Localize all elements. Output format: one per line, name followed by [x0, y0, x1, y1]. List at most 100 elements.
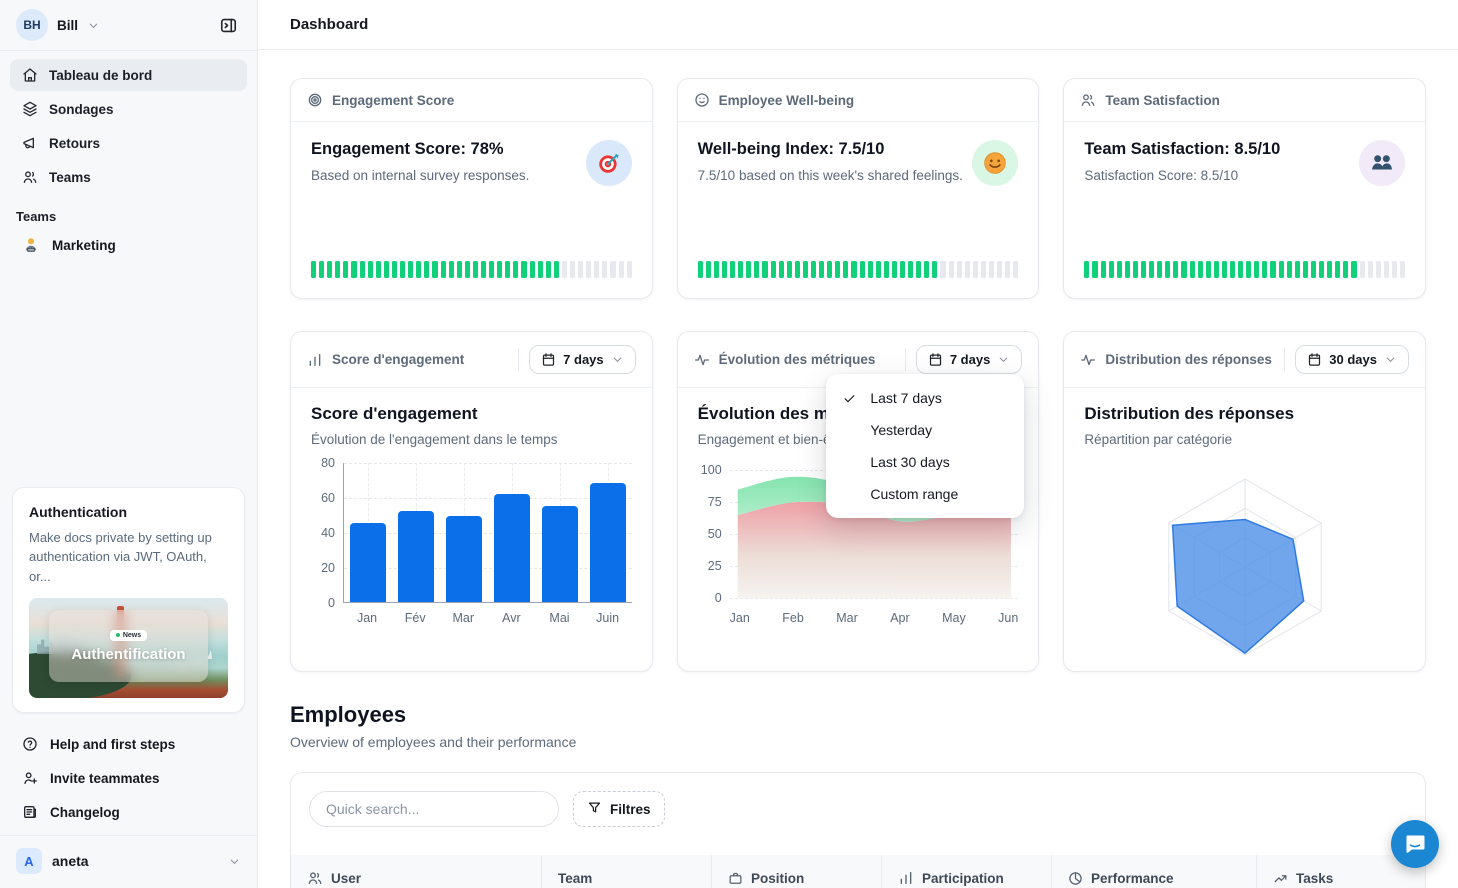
x-tick-label: Jan	[730, 611, 750, 625]
progress-segment	[530, 261, 535, 278]
progress-segment	[1303, 261, 1308, 278]
menu-item-last-7-days[interactable]: Last 7 days	[826, 382, 1024, 414]
user-avatar[interactable]: BH	[16, 9, 48, 41]
promo-card[interactable]: Authentication Make docs private by sett…	[12, 487, 245, 714]
date-range-button[interactable]: 30 days	[1295, 345, 1409, 374]
y-tick-label: 60	[321, 491, 335, 505]
smiley-icon	[694, 92, 710, 108]
x-axis-labels: JanFebMarAprMayJun	[730, 611, 1019, 625]
menu-item-label: Custom range	[870, 486, 958, 502]
progress-bar	[698, 261, 1019, 278]
progress-segment	[1376, 261, 1381, 278]
bar-Jan[interactable]	[350, 523, 386, 602]
employees-section: Employees Overview of employees and thei…	[290, 702, 1426, 750]
progress-segment	[997, 261, 1002, 278]
progress-segment	[610, 261, 615, 278]
bar-Juin[interactable]	[590, 483, 626, 602]
progress-segment	[860, 261, 865, 278]
progress-segment	[843, 261, 848, 278]
progress-segment	[1319, 261, 1324, 278]
column-header-user[interactable]: User	[291, 855, 541, 888]
date-range-button[interactable]: 7 days	[916, 345, 1022, 374]
stat-card-body: Team Satisfaction: 8.5/10Satisfaction Sc…	[1064, 122, 1425, 298]
progress-segment	[1084, 261, 1089, 278]
column-label: User	[331, 871, 361, 886]
column-header-performance[interactable]: Performance	[1051, 855, 1256, 888]
progress-segment	[400, 261, 405, 278]
metrics-chart-card: Évolution des métriques 7 days Évolution…	[677, 331, 1040, 672]
menu-item-yesterday[interactable]: Yesterday	[826, 414, 1024, 446]
sidebar-item-tableau-de-bord[interactable]: Tableau de bord	[10, 59, 247, 91]
column-header-position[interactable]: Position	[711, 855, 881, 888]
sidebar-item-teams[interactable]: Teams	[10, 161, 247, 193]
bar-Mar[interactable]	[446, 516, 482, 602]
bar-Avr[interactable]	[494, 494, 530, 603]
y-tick-label: 20	[321, 561, 335, 575]
progress-segment	[627, 261, 632, 278]
date-range-button[interactable]: 7 days	[529, 345, 635, 374]
promo-image[interactable]: News Authentification	[29, 598, 228, 698]
employees-subtitle: Overview of employees and their performa…	[290, 734, 1426, 750]
sidebar-item-sondages[interactable]: Sondages	[10, 93, 247, 125]
progress-segment	[851, 261, 856, 278]
column-label: Position	[751, 871, 804, 886]
card-header-label: Évolution des métriques	[719, 352, 876, 367]
distribution-chart-card: Distribution des réponses 30 days Distri…	[1063, 331, 1426, 672]
person-laptop-emoji	[22, 236, 40, 254]
progress-bar	[1084, 261, 1405, 278]
chevron-down-icon[interactable]	[87, 19, 100, 32]
progress-segment	[835, 261, 840, 278]
stat-card-header: Employee Well-being	[678, 79, 1039, 122]
progress-segment	[319, 261, 324, 278]
chart-subtitle: Évolution de l'engagement dans le temps	[311, 432, 632, 447]
search-input[interactable]	[309, 791, 559, 827]
stat-card-header: Engagement Score	[291, 79, 652, 122]
progress-segment	[1109, 261, 1114, 278]
progress-segment	[1270, 261, 1275, 278]
progress-segment	[1005, 261, 1010, 278]
chevron-down-icon	[611, 353, 624, 366]
bar-Mai[interactable]	[542, 506, 578, 602]
progress-segment	[957, 261, 962, 278]
workspace-switcher[interactable]: A aneta	[0, 835, 257, 888]
menu-item-last-30-days[interactable]: Last 30 days	[826, 446, 1024, 478]
menu-item-custom-range[interactable]: Custom range	[826, 478, 1024, 510]
chart-subtitle: Répartition par catégorie	[1084, 432, 1405, 447]
progress-segment	[1230, 261, 1235, 278]
users-icon	[22, 169, 38, 185]
help-icon	[22, 736, 38, 752]
x-tick-label: Feb	[782, 611, 804, 625]
topbar: Dashboard	[258, 0, 1458, 50]
sidebar-team-marketing[interactable]: Marketing	[10, 228, 247, 262]
employees-table-card: Filtres User Team Position Participation Per…	[290, 772, 1426, 888]
progress-segment	[416, 261, 421, 278]
promo-title: Authentication	[29, 504, 228, 520]
user-name[interactable]: Bill	[57, 18, 78, 33]
column-header-participation[interactable]: Participation	[881, 855, 1051, 888]
sidebar-item-label: Teams	[49, 170, 91, 185]
sidebar-item-invite-teammates[interactable]: Invite teammates	[10, 761, 247, 795]
bar-chart[interactable]	[343, 463, 632, 603]
card-header-label: Score d'engagement	[332, 352, 464, 367]
sidebar-item-retours[interactable]: Retours	[10, 127, 247, 159]
progress-segment	[489, 261, 494, 278]
date-range-menu: Last 7 daysYesterdayLast 30 days Custom r…	[826, 374, 1024, 518]
radar-chart[interactable]	[1084, 463, 1405, 665]
filters-button[interactable]: Filtres	[573, 791, 665, 827]
progress-segment	[868, 261, 873, 278]
y-axis: 1007550250	[698, 463, 724, 603]
bar-Fév[interactable]	[398, 511, 434, 602]
collapse-sidebar-button[interactable]	[213, 10, 243, 40]
progress-segment	[746, 261, 751, 278]
stat-title: Engagement Score: 78%	[311, 140, 529, 159]
progress-segment	[1311, 261, 1316, 278]
sidebar-section-label: Teams	[0, 195, 257, 228]
stat-card-header-label: Engagement Score	[332, 93, 454, 108]
sidebar-item-help-and-first-steps[interactable]: Help and first steps	[10, 727, 247, 761]
employees-title: Employees	[290, 702, 1426, 728]
sidebar-item-changelog[interactable]: Changelog	[10, 795, 247, 829]
column-header-team[interactable]: Team	[541, 855, 711, 888]
people-emoji	[1359, 140, 1405, 186]
chat-launcher-button[interactable]	[1391, 820, 1439, 868]
column-label: Performance	[1091, 871, 1174, 886]
